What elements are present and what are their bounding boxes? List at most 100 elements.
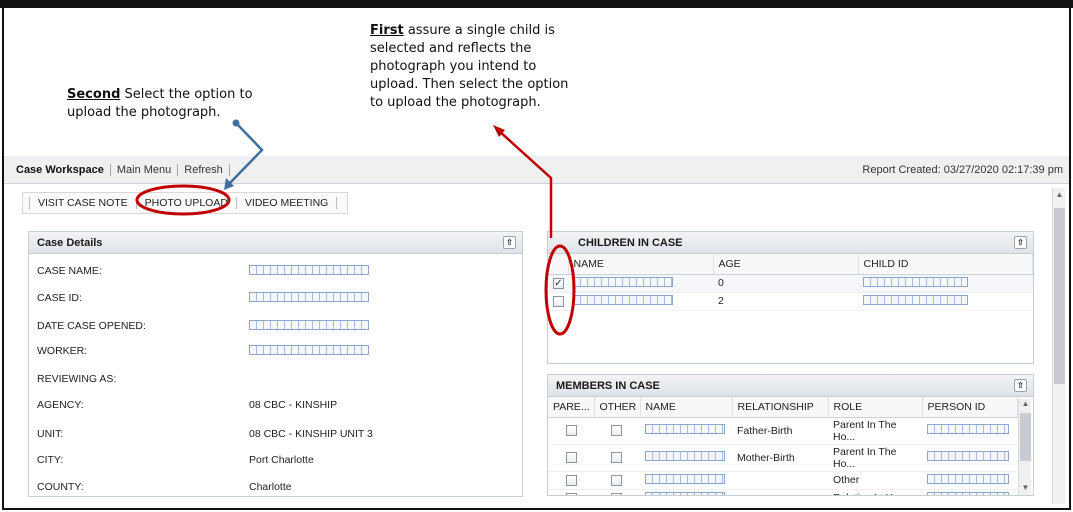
table-row[interactable]: Mother-Birth Parent In The Ho... xyxy=(548,444,1018,472)
detail-value: Charlotte xyxy=(249,481,292,493)
scroll-thumb[interactable] xyxy=(1020,413,1031,461)
detail-value: 08 CBC - KINSHIP xyxy=(249,399,338,411)
column-header[interactable]: NAME xyxy=(640,397,733,418)
detail-label: DATE CASE OPENED: xyxy=(37,320,146,332)
detail-value: Port Charlotte xyxy=(249,454,314,466)
table-row[interactable]: Father-Birth Parent In The Ho... xyxy=(548,417,1018,445)
table-row[interactable]: 2 xyxy=(548,292,1033,311)
select-column-header xyxy=(548,254,569,275)
redacted-name xyxy=(645,473,725,484)
redacted-child-id xyxy=(863,294,968,305)
column-header[interactable]: ROLE xyxy=(828,397,923,418)
other-checkbox[interactable] xyxy=(611,492,622,495)
callout-first-line: upload. Then select the option xyxy=(370,77,569,92)
column-header[interactable]: PERSON ID xyxy=(922,397,1018,418)
member-role: Other xyxy=(828,471,922,490)
detail-row: COUNTY: Charlotte xyxy=(37,481,292,493)
callout-second-line: upload the photograph. xyxy=(67,105,221,120)
redacted-value xyxy=(249,292,369,302)
detail-label: WORKER: xyxy=(37,345,88,357)
parent-checkbox[interactable] xyxy=(566,492,577,495)
children-header: CHILDREN IN CASE ⇧ xyxy=(548,232,1033,254)
collapse-icon[interactable]: ⇧ xyxy=(1014,379,1027,392)
callout-second-line: Select the option to xyxy=(120,87,253,102)
table-header-row: PARE... OTHER NAME RELATIONSHIP ROLE PER… xyxy=(548,397,1018,418)
callout-first-emphasis: First xyxy=(370,23,404,38)
scroll-down-icon[interactable]: ▼ xyxy=(1019,483,1032,495)
column-header[interactable]: OTHER xyxy=(594,397,641,418)
redacted-child-id xyxy=(863,276,968,287)
callout-second: Second Select the option to upload the p… xyxy=(67,86,253,122)
nav-main-menu[interactable]: Main Menu xyxy=(111,163,179,176)
tab-video-meeting[interactable]: VIDEO MEETING xyxy=(235,197,338,209)
callout-first: First assure a single child is selected … xyxy=(370,22,568,112)
callout-first-line: photograph you intend to xyxy=(370,59,537,74)
case-details-panel: Case Details ⇧ CASE NAME: CASE ID: DATE … xyxy=(28,231,523,497)
detail-label: COUNTY: xyxy=(37,481,84,493)
action-tabbar: VISIT CASE NOTE PHOTO UPLOAD VIDEO MEETI… xyxy=(22,192,349,214)
member-relationship xyxy=(732,471,828,490)
nav-refresh[interactable]: Refresh xyxy=(178,163,230,176)
collapse-icon[interactable]: ⇧ xyxy=(503,236,516,249)
report-created-text: Report Created: 03/27/2020 02:17:39 pm xyxy=(862,164,1063,176)
redacted-name xyxy=(645,451,725,461)
children-title: CHILDREN IN CASE xyxy=(578,237,683,249)
tab-photo-upload[interactable]: PHOTO UPLOAD xyxy=(135,197,236,209)
table-row[interactable]: Other xyxy=(548,471,1018,490)
member-role: Parent In The Ho... xyxy=(828,417,922,445)
redacted-name xyxy=(573,276,673,287)
scroll-up-icon[interactable]: ▲ xyxy=(1053,190,1066,202)
detail-row: CASE NAME: xyxy=(37,265,369,277)
members-scrollbar[interactable]: ▲ ▼ xyxy=(1018,399,1031,495)
table-row[interactable]: Relative In Home xyxy=(548,489,1018,495)
column-header[interactable]: RELATIONSHIP xyxy=(732,397,829,418)
column-header[interactable]: CHILD ID xyxy=(858,254,1033,275)
member-role: Parent In The Ho... xyxy=(828,444,922,472)
column-header[interactable]: NAME xyxy=(568,254,714,275)
collapse-icon[interactable]: ⇧ xyxy=(1014,236,1027,249)
row-checkbox[interactable] xyxy=(553,295,564,307)
redacted-value xyxy=(249,320,369,330)
top-rule xyxy=(0,0,1073,8)
detail-row: WORKER: xyxy=(37,345,369,357)
column-header[interactable]: PARE... xyxy=(548,397,595,418)
table-row[interactable]: ✓ 0 xyxy=(548,274,1033,293)
scroll-up-icon[interactable]: ▲ xyxy=(1019,399,1032,411)
table-header-row: NAME AGE CHILD ID xyxy=(548,254,1033,275)
children-table: NAME AGE CHILD ID ✓ 0 2 xyxy=(548,254,1033,311)
other-checkbox[interactable] xyxy=(611,452,622,464)
scroll-thumb[interactable] xyxy=(1054,208,1065,384)
parent-checkbox[interactable] xyxy=(566,474,577,486)
redacted-value xyxy=(249,265,369,275)
callout-first-line: assure a single child is xyxy=(403,23,555,38)
redacted-value xyxy=(249,345,369,355)
row-checkbox[interactable]: ✓ xyxy=(553,277,564,289)
case-details-title: Case Details xyxy=(37,237,103,249)
callout-second-emphasis: Second xyxy=(67,87,121,102)
parent-checkbox[interactable] xyxy=(566,425,577,437)
child-age: 0 xyxy=(713,274,858,293)
redacted-name xyxy=(645,491,725,495)
tab-visit-case-note[interactable]: VISIT CASE NOTE xyxy=(29,197,136,209)
detail-value: 08 CBC - KINSHIP UNIT 3 xyxy=(249,428,373,440)
member-role: Relative In Home xyxy=(828,489,922,495)
detail-row: CASE ID: xyxy=(37,292,369,304)
callout-first-line: to upload the photograph. xyxy=(370,95,541,110)
detail-label: CASE ID: xyxy=(37,292,82,304)
detail-label: CASE NAME: xyxy=(37,265,102,277)
page-scrollbar[interactable]: ▲ xyxy=(1052,188,1065,504)
case-workspace-content: VISIT CASE NOTE PHOTO UPLOAD VIDEO MEETI… xyxy=(4,184,1069,504)
children-in-case-panel: CHILDREN IN CASE ⇧ NAME AGE CHILD ID ✓ 0… xyxy=(547,231,1034,364)
app-toolbar: Case Workspace Main Menu Refresh Report … xyxy=(4,156,1069,184)
detail-row: UNIT: 08 CBC - KINSHIP UNIT 3 xyxy=(37,428,373,440)
case-details-header: Case Details ⇧ xyxy=(29,232,522,254)
members-header: MEMBERS IN CASE ⇧ xyxy=(548,375,1033,397)
member-relationship xyxy=(732,489,828,495)
column-header[interactable]: AGE xyxy=(713,254,859,275)
redacted-person-id xyxy=(927,473,1009,484)
nav-case-workspace[interactable]: Case Workspace xyxy=(12,163,111,176)
other-checkbox[interactable] xyxy=(611,425,622,437)
other-checkbox[interactable] xyxy=(611,474,622,486)
detail-label: AGENCY: xyxy=(37,399,84,411)
parent-checkbox[interactable] xyxy=(566,452,577,464)
